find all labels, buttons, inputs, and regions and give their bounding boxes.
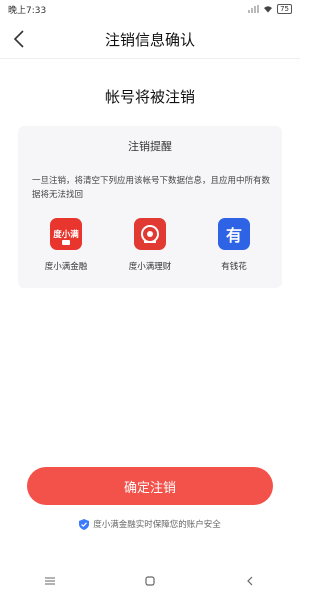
- signal-icon: [248, 5, 260, 13]
- app-label: 有钱花: [221, 262, 247, 272]
- back-button[interactable]: [6, 26, 32, 52]
- battery-icon: 75: [277, 4, 292, 14]
- back-nav-button[interactable]: [240, 572, 260, 590]
- target-icon: [141, 225, 159, 243]
- card-title: 注销提醒: [128, 140, 172, 153]
- heading: 帐号将被注销: [104, 88, 195, 106]
- security-text: 度小满金融实时保障您的账户安全: [93, 520, 221, 530]
- chevron-left-icon: [13, 30, 24, 48]
- wifi-icon: [264, 6, 273, 13]
- shield-check-icon: [79, 518, 90, 530]
- card-description: 一旦注销，将清空下列应用该帐号下数据信息，且应用中所有数据将无法找回: [32, 176, 271, 200]
- app-item: 度小满 度小满金融: [26, 218, 106, 272]
- app-icon-text: 度小满: [53, 230, 79, 240]
- app-item: 度小满理财: [110, 218, 190, 272]
- status-icons: 75: [248, 4, 292, 14]
- security-note: 度小满金融实时保障您的账户安全: [0, 518, 300, 530]
- confirm-deregister-button[interactable]: 确定注销: [27, 467, 273, 505]
- youqianhua-icon: 有: [218, 218, 250, 250]
- wallet-mini-icon: [62, 240, 70, 245]
- nav-bar: 注销信息确认: [0, 22, 300, 56]
- duxiaoman-finance-icon: 度小满: [50, 218, 82, 250]
- status-time: 晚上7:33: [8, 5, 47, 16]
- app-icon-text: 有: [225, 226, 242, 245]
- reminder-card: 注销提醒 一旦注销，将清空下列应用该帐号下数据信息，且应用中所有数据将无法找回 …: [18, 126, 282, 288]
- back-icon: [247, 576, 253, 586]
- page-title: 注销信息确认: [104, 30, 195, 49]
- divider: [0, 58, 300, 59]
- menu-button[interactable]: [40, 572, 60, 590]
- app-label: 度小满金融: [44, 262, 88, 272]
- app-label: 度小满理财: [128, 262, 172, 272]
- system-nav-bar: [0, 572, 300, 590]
- app-list: 度小满 度小满金融 度小满理财 有 有钱花: [18, 218, 282, 272]
- status-bar: 晚上7:33 75: [0, 0, 300, 18]
- home-icon: [145, 576, 155, 586]
- home-button[interactable]: [140, 572, 160, 590]
- duxiaoman-wealth-icon: [134, 218, 166, 250]
- app-item: 有 有钱花: [194, 218, 274, 272]
- menu-icon: [45, 577, 55, 585]
- battery-level: 75: [280, 5, 289, 13]
